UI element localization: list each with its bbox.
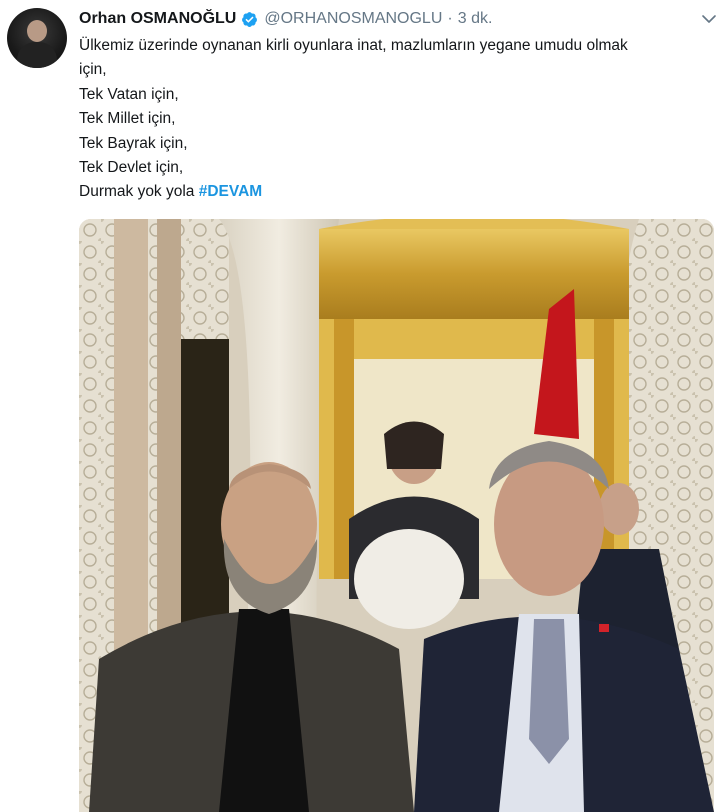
author-name[interactable]: Orhan OSMANOĞLU [79, 10, 236, 28]
tweet-text: Ülkemiz üzerinde oynanan kirli oyunlara … [79, 34, 719, 205]
separator-dot: · [447, 10, 453, 27]
author-avatar[interactable] [7, 8, 67, 68]
tweet-line: Tek Bayrak için, [79, 134, 188, 152]
hashtag-link[interactable]: #DEVAM [199, 183, 262, 200]
tweet-line-last: Durmak yok yola #DEVAM [79, 180, 719, 204]
tweet-line: Tek Millet için, [79, 110, 176, 128]
photo-illustration [79, 219, 714, 812]
tweet-line: Tek Vatan için, [79, 85, 179, 103]
tweet-line: Ülkemiz üzerinde oynanan kirli oyunlara … [79, 37, 628, 54]
author-handle[interactable]: @ORHANOSMANOGLU [264, 10, 442, 28]
chevron-down-icon[interactable] [700, 10, 718, 28]
tweet-line: Tek Devlet için, [79, 159, 184, 177]
avatar-head [27, 20, 47, 42]
avatar-body [17, 42, 57, 68]
tweet-line-prefix: Durmak yok yola [79, 183, 199, 201]
verified-badge-icon [242, 11, 258, 27]
tweet-line: için, [79, 61, 107, 79]
tweet-timestamp[interactable]: 3 dk. [458, 10, 493, 28]
tweet-photo[interactable] [79, 219, 714, 812]
tweet-header: Orhan OSMANOĞLU @ORHANOSMANOGLU · 3 dk. [79, 8, 718, 30]
